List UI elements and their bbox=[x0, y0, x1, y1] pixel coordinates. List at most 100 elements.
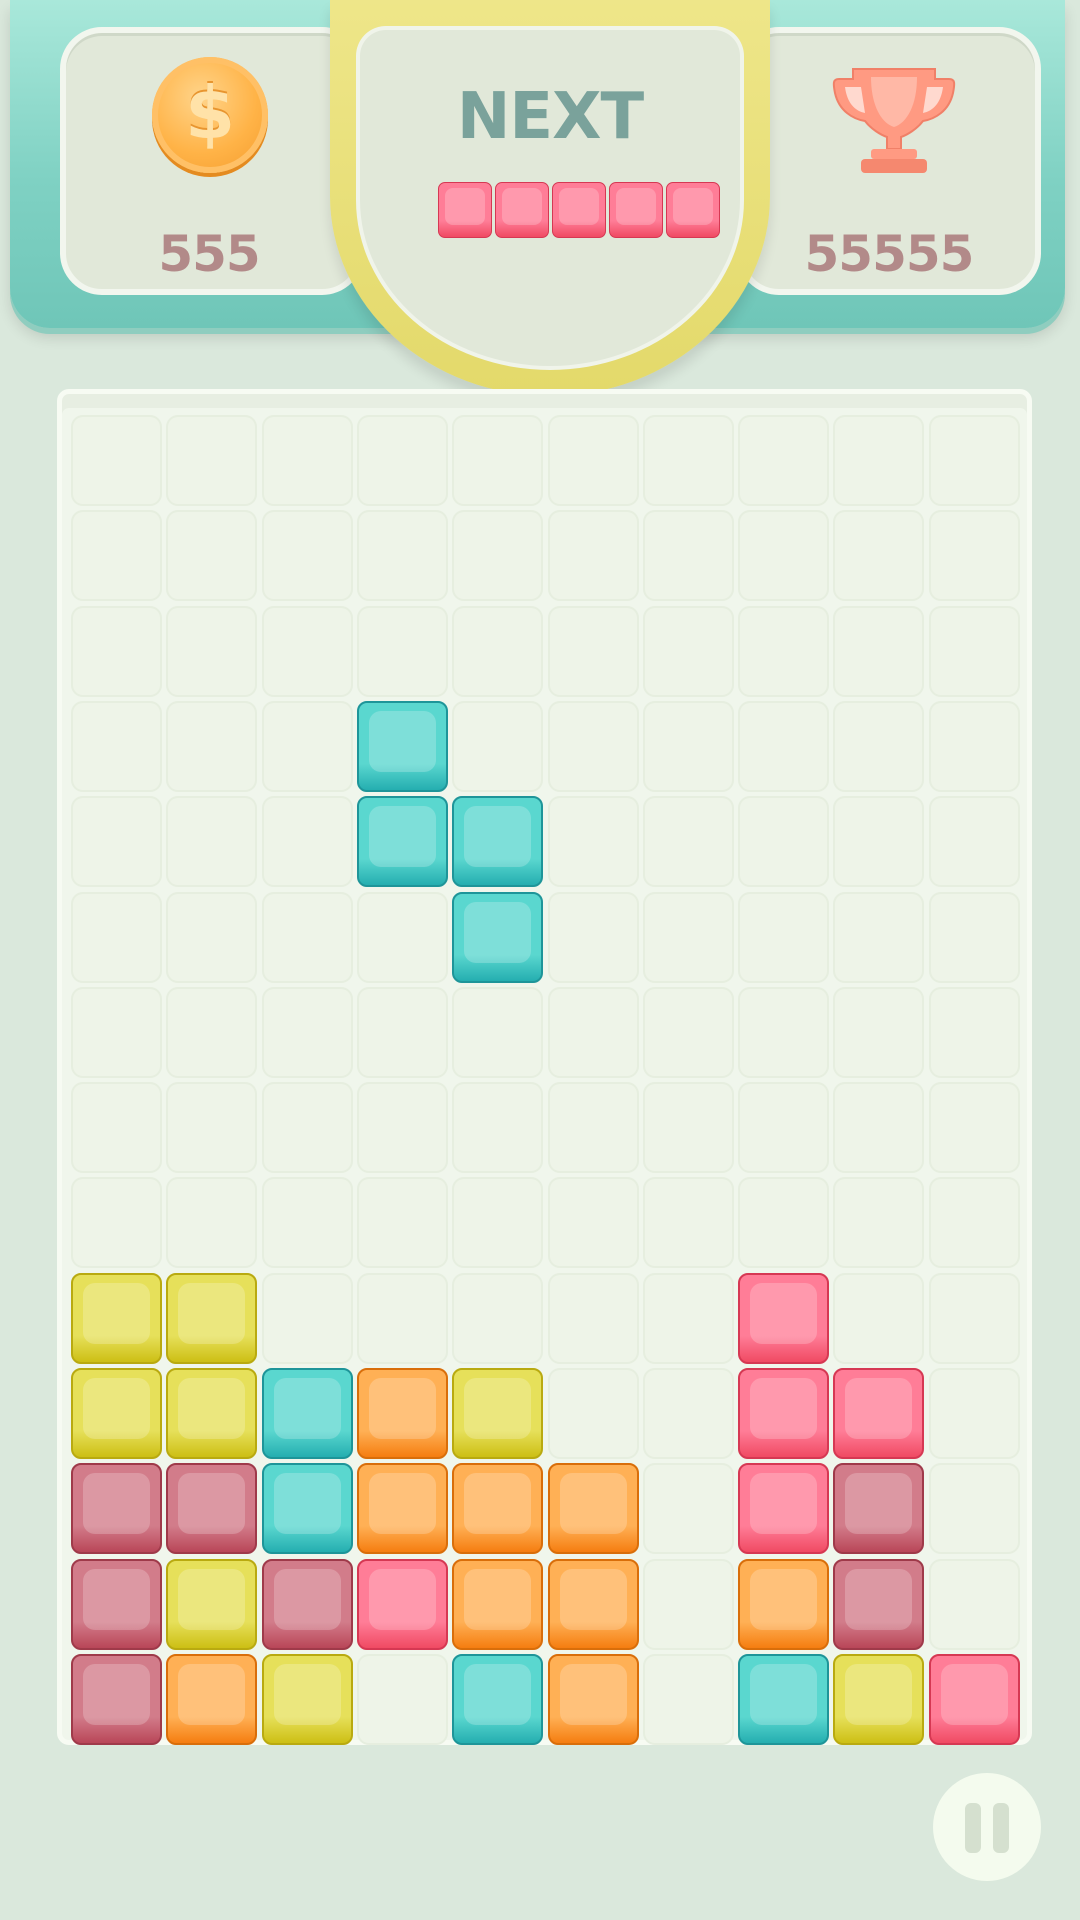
board-cell bbox=[356, 1177, 448, 1269]
board-cell bbox=[738, 796, 830, 888]
board-cell bbox=[642, 510, 734, 602]
board-cell bbox=[642, 1272, 734, 1364]
board-cell bbox=[356, 1082, 448, 1174]
best-score: 55555 bbox=[804, 225, 975, 283]
board-cell bbox=[642, 415, 734, 506]
board-cell bbox=[547, 1272, 639, 1364]
stacked-block bbox=[547, 1558, 639, 1650]
stacked-block bbox=[452, 1368, 544, 1459]
board-cell bbox=[547, 986, 639, 1078]
next-piece-block bbox=[666, 182, 720, 238]
board-cell bbox=[928, 700, 1020, 792]
board-cell bbox=[928, 1177, 1020, 1269]
board-cell bbox=[71, 891, 162, 983]
board-cell bbox=[833, 1272, 925, 1364]
trophy-icon bbox=[832, 68, 956, 173]
board-cell bbox=[166, 986, 258, 1078]
board-cell bbox=[738, 1177, 830, 1269]
board-cell bbox=[452, 415, 544, 506]
stacked-block bbox=[833, 1368, 925, 1459]
stacked-block bbox=[547, 1653, 639, 1745]
board-cell bbox=[833, 1082, 925, 1174]
next-piece-block bbox=[552, 182, 606, 238]
board-cell bbox=[642, 1368, 734, 1459]
board-cell bbox=[928, 986, 1020, 1078]
stacked-block bbox=[71, 1463, 162, 1555]
board-cell bbox=[928, 510, 1020, 602]
stacked-block bbox=[833, 1558, 925, 1650]
falling-piece-block[interactable] bbox=[452, 796, 544, 888]
game-board[interactable] bbox=[57, 389, 1032, 1745]
board-cell bbox=[261, 510, 353, 602]
board-cell bbox=[547, 891, 639, 983]
stacked-block bbox=[356, 1558, 448, 1650]
falling-piece-block[interactable] bbox=[356, 700, 448, 792]
board-cell bbox=[928, 891, 1020, 983]
pause-button[interactable] bbox=[933, 1773, 1041, 1881]
board-cell bbox=[642, 1653, 734, 1745]
falling-piece-block[interactable] bbox=[452, 891, 544, 983]
stacked-block bbox=[261, 1653, 353, 1745]
board-cell bbox=[166, 700, 258, 792]
stacked-block bbox=[71, 1653, 162, 1745]
board-cell bbox=[261, 1082, 353, 1174]
next-panel: NEXT bbox=[330, 0, 770, 396]
board-cell bbox=[928, 605, 1020, 697]
board-cell bbox=[547, 1177, 639, 1269]
board-cell bbox=[738, 605, 830, 697]
board-cell bbox=[166, 510, 258, 602]
board-cell bbox=[547, 796, 639, 888]
board-cell bbox=[356, 1653, 448, 1745]
board-cell bbox=[547, 605, 639, 697]
board-cell bbox=[833, 796, 925, 888]
board-cell bbox=[928, 415, 1020, 506]
stacked-block bbox=[166, 1368, 258, 1459]
board-cell bbox=[833, 891, 925, 983]
stacked-block bbox=[166, 1558, 258, 1650]
falling-piece-block[interactable] bbox=[356, 796, 448, 888]
board-cell bbox=[547, 415, 639, 506]
stacked-block bbox=[738, 1558, 830, 1650]
stacked-block bbox=[71, 1368, 162, 1459]
board-cell bbox=[71, 1082, 162, 1174]
board-cell bbox=[261, 1272, 353, 1364]
stacked-block bbox=[261, 1368, 353, 1459]
board-cell bbox=[928, 1558, 1020, 1650]
board-cell bbox=[642, 986, 734, 1078]
board-cell bbox=[642, 796, 734, 888]
board-cell bbox=[642, 1558, 734, 1650]
board-cell bbox=[452, 986, 544, 1078]
board-cell bbox=[738, 1082, 830, 1174]
board-cell bbox=[833, 510, 925, 602]
board-cell bbox=[356, 510, 448, 602]
board-cell bbox=[71, 796, 162, 888]
stacked-block bbox=[261, 1558, 353, 1650]
board-cell bbox=[452, 1082, 544, 1174]
board-cell bbox=[261, 605, 353, 697]
board-cell bbox=[71, 986, 162, 1078]
board-cell bbox=[928, 796, 1020, 888]
board-cell bbox=[71, 510, 162, 602]
stacked-block bbox=[166, 1653, 258, 1745]
board-cell bbox=[71, 700, 162, 792]
board-cell bbox=[356, 1272, 448, 1364]
board-cell bbox=[642, 700, 734, 792]
board-cell bbox=[547, 700, 639, 792]
board-cell bbox=[166, 796, 258, 888]
board-cell bbox=[261, 796, 353, 888]
board-cell bbox=[356, 891, 448, 983]
stacked-block bbox=[356, 1463, 448, 1555]
board-cell bbox=[452, 510, 544, 602]
coin-card: $ 555 bbox=[60, 27, 364, 295]
board-cell bbox=[356, 986, 448, 1078]
board-cell bbox=[547, 1368, 639, 1459]
board-cell bbox=[738, 415, 830, 506]
stacked-block bbox=[738, 1272, 830, 1364]
board-cell bbox=[833, 700, 925, 792]
board-cell bbox=[71, 605, 162, 697]
board-cell bbox=[928, 1272, 1020, 1364]
stacked-block bbox=[738, 1368, 830, 1459]
coin-symbol: $ bbox=[184, 71, 236, 155]
stacked-block bbox=[71, 1272, 162, 1364]
board-cell bbox=[166, 891, 258, 983]
